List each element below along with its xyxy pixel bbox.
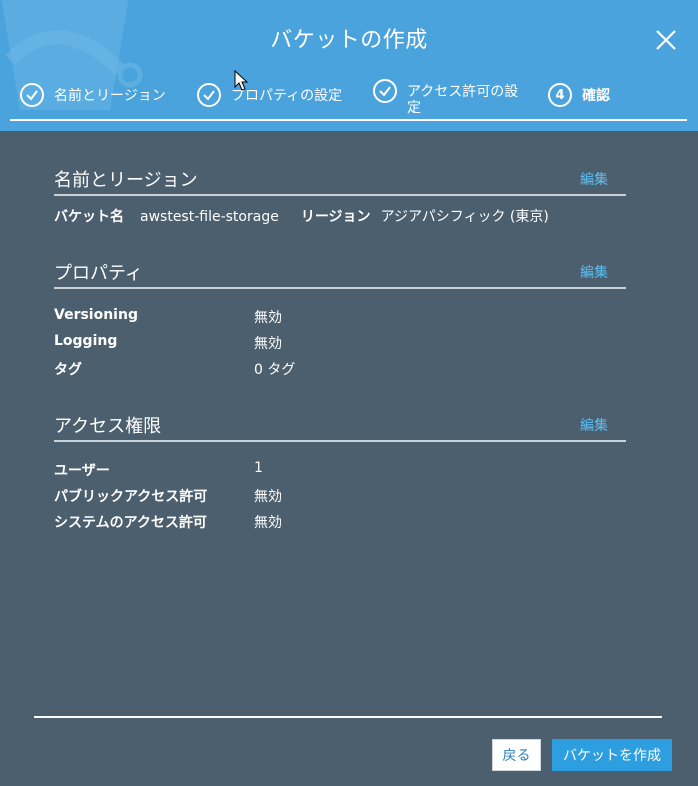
property-value: 0 タグ	[254, 362, 296, 378]
access-value: 無効	[254, 515, 282, 531]
step-label: 名前とリージョン	[54, 88, 166, 104]
steps-underline	[10, 119, 687, 121]
property-key: Logging	[54, 333, 118, 349]
mouse-cursor-icon	[234, 70, 248, 91]
access-value: 1	[254, 460, 263, 476]
property-value: 無効	[254, 310, 282, 326]
property-row: タグ 0 タグ	[54, 359, 626, 385]
bucket-summary-row: バケット名 awstest-file-storage リージョン アジアパシフィ…	[54, 206, 626, 226]
section-title: プロパティ	[54, 263, 143, 284]
step-label: 確認	[582, 88, 610, 104]
wizard-steps: 名前とリージョン プロパティの設定 アクセス許可の設定 4 確認	[0, 78, 698, 120]
property-row: Logging 無効	[54, 333, 626, 359]
access-key: ユーザー	[54, 463, 110, 479]
access-key: パブリックアクセス許可	[54, 489, 208, 505]
bucket-name-value: awstest-file-storage	[140, 209, 279, 225]
close-icon[interactable]	[654, 28, 678, 52]
region-label: リージョン	[300, 209, 371, 225]
step-review[interactable]: 4 確認	[548, 78, 610, 107]
section-properties: プロパティ 編集 Versioning 無効 Logging 無効 タグ 0 タ…	[54, 259, 626, 385]
section-header: アクセス権限 編集	[54, 412, 626, 442]
section-header: プロパティ 編集	[54, 259, 626, 289]
check-circle-icon	[20, 83, 44, 107]
access-key: システムのアクセス許可	[54, 515, 207, 531]
edit-access-link[interactable]: 編集	[580, 415, 608, 435]
step-label: アクセス許可の設定	[407, 84, 519, 116]
check-circle-icon	[197, 83, 221, 107]
section-title: アクセス権限	[54, 416, 162, 437]
section-header: 名前とリージョン 編集	[54, 166, 626, 196]
edit-properties-link[interactable]: 編集	[580, 262, 608, 282]
check-circle-icon	[373, 79, 397, 103]
access-value: 無効	[254, 489, 282, 505]
modal-title: バケットの作成	[270, 28, 428, 53]
step-properties[interactable]: プロパティの設定	[197, 78, 342, 107]
region-value: アジアパシフィック (東京)	[380, 209, 549, 225]
section-title: 名前とリージョン	[54, 170, 198, 191]
step-number-badge: 4	[548, 83, 572, 107]
access-row: ユーザー 1	[54, 460, 626, 486]
property-value: 無効	[254, 336, 282, 352]
back-button[interactable]: 戻る	[492, 739, 541, 771]
step-permissions[interactable]: アクセス許可の設定	[373, 78, 527, 116]
modal-header: バケットの作成 名前とリージョン プロパティの設定 アクセス許可の設定 4 確認	[0, 0, 698, 131]
access-row: システムのアクセス許可 無効	[54, 512, 626, 538]
property-key: Versioning	[54, 307, 138, 323]
section-access: アクセス権限 編集 ユーザー 1 パブリックアクセス許可 無効 システムのアクセ…	[54, 412, 626, 538]
edit-name-region-link[interactable]: 編集	[580, 169, 608, 189]
property-row: Versioning 無効	[54, 307, 626, 333]
footer-divider	[34, 716, 662, 718]
bucket-name-label: バケット名	[54, 209, 124, 225]
create-bucket-button[interactable]: バケットを作成	[552, 739, 672, 771]
access-row: パブリックアクセス許可 無効	[54, 486, 626, 512]
section-name-region: 名前とリージョン 編集 バケット名 awstest-file-storage リ…	[54, 166, 626, 226]
property-key: タグ	[54, 362, 82, 378]
step-name-region[interactable]: 名前とリージョン	[20, 78, 166, 107]
